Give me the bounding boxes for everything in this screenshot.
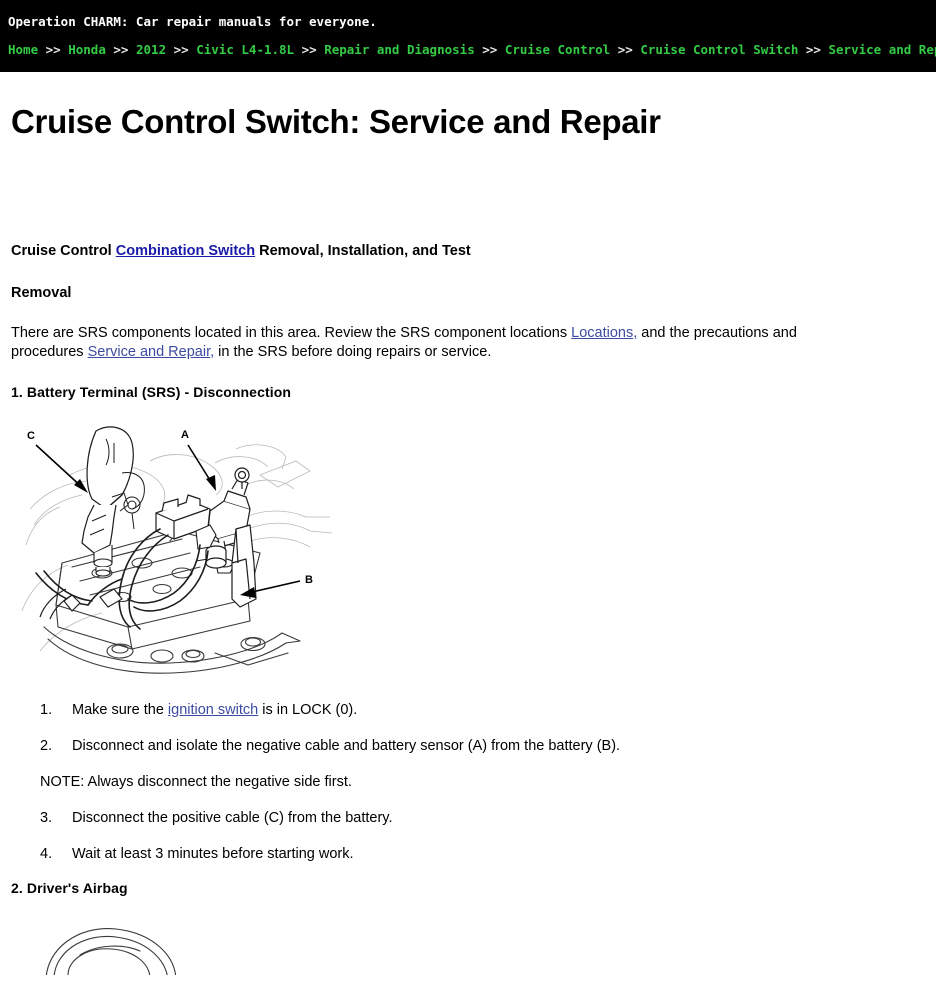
list-item: Disconnect and isolate the negative cabl…	[40, 737, 926, 755]
removal-heading: Removal	[11, 285, 72, 301]
breadcrumb-separator: >>	[805, 42, 821, 57]
breadcrumb-separator: >>	[617, 42, 633, 57]
breadcrumb-item-home[interactable]: Home	[8, 42, 38, 57]
figure-callout-b: B	[305, 574, 313, 586]
figure-battery-terminal: C A B	[10, 413, 926, 683]
breadcrumb-separator: >>	[301, 42, 317, 57]
breadcrumb-separator: >>	[482, 42, 498, 57]
breadcrumb: Home >> Honda >> 2012 >> Civic L4-1.8L >…	[0, 29, 936, 57]
srs-service-and-repair-link[interactable]: Service and Repair,	[88, 344, 215, 360]
battery-terminal-diagram: C A B	[10, 413, 340, 683]
breadcrumb-item-cruise-control[interactable]: Cruise Control	[505, 42, 610, 57]
step-text-2: Disconnect and isolate the negative cabl…	[72, 738, 621, 754]
section-heading-prefix: Cruise Control	[11, 243, 116, 259]
srs-warning-part1: There are SRS components located in this…	[11, 325, 572, 341]
removal-steps-list-cont: Disconnect the positive cable (C) from t…	[10, 809, 926, 863]
breadcrumb-separator: >>	[113, 42, 129, 57]
combination-switch-link[interactable]: Combination Switch	[116, 243, 255, 259]
step-text-4: Wait at least 3 minutes before starting …	[72, 846, 354, 862]
breadcrumb-item-cruise-control-switch[interactable]: Cruise Control Switch	[640, 42, 798, 57]
list-item: Disconnect the positive cable (C) from t…	[40, 809, 926, 827]
breadcrumb-item-civic[interactable]: Civic L4-1.8L	[196, 42, 294, 57]
list-item: Make sure the ignition switch is in LOCK…	[40, 701, 926, 719]
step-text-3: Disconnect the positive cable (C) from t…	[72, 810, 393, 826]
srs-warning-paragraph: There are SRS components located in this…	[11, 324, 801, 361]
document-body: Cruise Control Switch: Service and Repai…	[0, 102, 936, 975]
locations-link[interactable]: Locations,	[571, 325, 637, 341]
breadcrumb-item-repair-and-diagnosis[interactable]: Repair and Diagnosis	[324, 42, 475, 57]
list-item: Wait at least 3 minutes before starting …	[40, 845, 926, 863]
figure-drivers-airbag	[10, 915, 926, 975]
ignition-switch-link[interactable]: ignition switch	[168, 702, 258, 718]
figure-callout-a: A	[181, 429, 189, 441]
site-header: Operation CHARM: Car repair manuals for …	[0, 0, 936, 72]
step-text-1a: Make sure the	[72, 702, 168, 718]
section-heading-suffix: Removal, Installation, and Test	[255, 243, 471, 259]
site-tagline: Operation CHARM: Car repair manuals for …	[8, 14, 377, 29]
breadcrumb-item-service-and-repair[interactable]: Service and Repair	[829, 42, 936, 57]
page-title: Cruise Control Switch: Service and Repai…	[11, 103, 661, 140]
step2-heading: 2. Driver's Airbag	[11, 880, 128, 896]
srs-warning-part3: in the SRS before doing repairs or servi…	[214, 343, 492, 360]
step1-heading: 1. Battery Terminal (SRS) - Disconnectio…	[11, 384, 292, 400]
steering-wheel-diagram	[10, 915, 340, 975]
note-negative-side-first: NOTE: Always disconnect the negative sid…	[40, 774, 352, 790]
breadcrumb-item-2012[interactable]: 2012	[136, 42, 166, 57]
breadcrumb-item-honda[interactable]: Honda	[68, 42, 106, 57]
breadcrumb-separator: >>	[173, 42, 189, 57]
removal-steps-list: Make sure the ignition switch is in LOCK…	[10, 701, 926, 755]
section-heading: Cruise Control Combination Switch Remova…	[11, 242, 926, 260]
figure-callout-c: C	[27, 430, 35, 442]
breadcrumb-separator: >>	[45, 42, 61, 57]
step-text-1b: is in LOCK (0).	[258, 702, 358, 718]
